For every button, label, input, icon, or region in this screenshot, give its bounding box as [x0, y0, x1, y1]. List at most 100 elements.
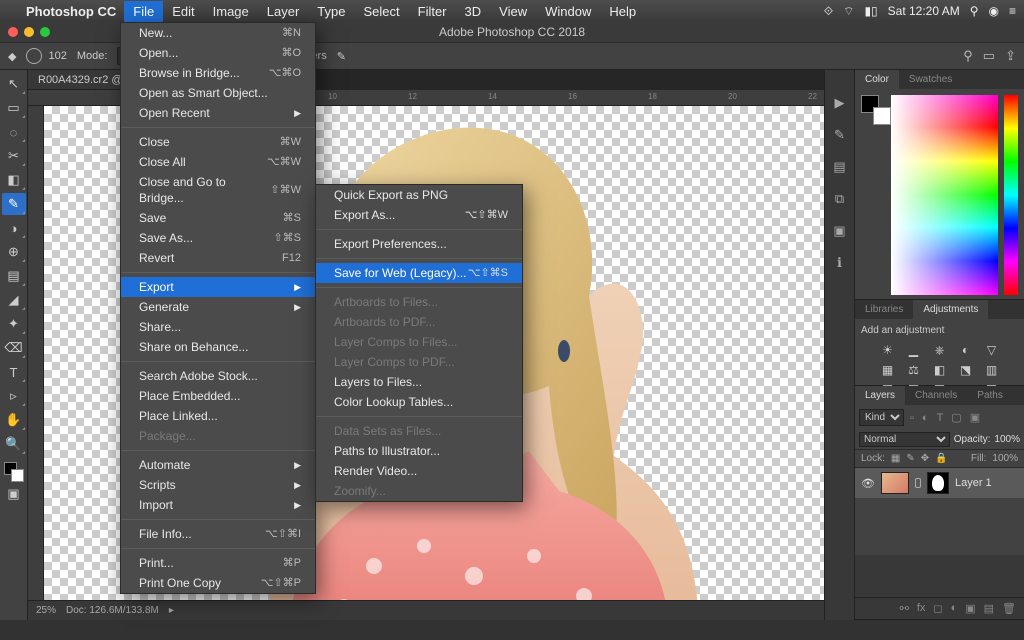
- hue-icon[interactable]: ▦: [880, 363, 896, 377]
- layer-filter-kind[interactable]: Kind: [859, 409, 904, 426]
- delete-layer-icon[interactable]: 🗑: [1002, 602, 1016, 615]
- bw-icon[interactable]: ◧: [932, 363, 948, 377]
- file-menu-item-30[interactable]: Print One Copy⌥⇧⌘P: [121, 573, 315, 593]
- tool-12[interactable]: T: [2, 361, 26, 383]
- actions-icon[interactable]: ▣: [831, 222, 849, 240]
- foreground-background-swatch[interactable]: [861, 95, 885, 119]
- link-layers-icon[interactable]: ⚯: [900, 602, 909, 615]
- vibrance-icon[interactable]: ▽: [984, 343, 1000, 358]
- brush-settings-icon[interactable]: ✎: [831, 126, 849, 144]
- file-menu-item-11[interactable]: RevertF12: [121, 248, 315, 268]
- tool-15[interactable]: 🔍: [2, 433, 26, 455]
- channel-mixer-icon[interactable]: ▥: [984, 363, 1000, 377]
- file-menu-item-25[interactable]: Import▶: [121, 495, 315, 515]
- export-menu-item-11[interactable]: Layers to Files...: [316, 372, 522, 392]
- visibility-icon[interactable]: 👁: [861, 477, 875, 490]
- filter-adjust-icon[interactable]: ◐: [920, 412, 931, 424]
- tool-9[interactable]: ◢: [2, 289, 26, 311]
- tool-13[interactable]: ▹: [2, 385, 26, 407]
- levels-icon[interactable]: ▁: [906, 343, 922, 358]
- tool-4[interactable]: ◧: [2, 169, 26, 191]
- layer-row[interactable]: 👁 Layer 1: [855, 468, 1024, 498]
- brushes-icon[interactable]: ▤: [831, 158, 849, 176]
- lock-all-icon[interactable]: 🔒: [935, 453, 947, 464]
- new-fill-icon[interactable]: ◐: [951, 602, 958, 615]
- tool-3[interactable]: ✂: [2, 145, 26, 167]
- tab-layers[interactable]: Layers: [855, 386, 905, 405]
- file-menu-item-14[interactable]: Generate▶: [121, 297, 315, 317]
- export-menu-item-16[interactable]: Render Video...: [316, 461, 522, 481]
- dropbox-icon[interactable]: ⟐: [824, 4, 833, 19]
- export-menu-item-12[interactable]: Color Lookup Tables...: [316, 392, 522, 412]
- file-menu-item-3[interactable]: Open as Smart Object...: [121, 83, 315, 103]
- file-menu-item-23[interactable]: Automate▶: [121, 455, 315, 475]
- file-menu-item-19[interactable]: Place Embedded...: [121, 386, 315, 406]
- blend-mode-select[interactable]: Normal: [859, 432, 950, 447]
- tool-7[interactable]: ⊕: [2, 241, 26, 263]
- menu-edit[interactable]: Edit: [163, 1, 203, 22]
- file-menu-item-27[interactable]: File Info...⌥⇧⌘I: [121, 524, 315, 544]
- file-menu-item-29[interactable]: Print...⌘P: [121, 553, 315, 573]
- lock-transparency-icon[interactable]: ▦: [891, 453, 900, 464]
- brush-preview[interactable]: [26, 48, 42, 64]
- quick-mask-icon[interactable]: ▣: [2, 483, 26, 505]
- tool-6[interactable]: ◑: [2, 217, 26, 239]
- wifi-icon[interactable]: ⌔: [843, 4, 854, 19]
- add-mask-icon[interactable]: ◻: [933, 602, 942, 615]
- tool-0[interactable]: ↖: [2, 73, 26, 95]
- mask-link-icon[interactable]: [915, 478, 921, 488]
- layer-thumbnail[interactable]: [881, 472, 909, 494]
- file-menu-item-0[interactable]: New...⌘N: [121, 23, 315, 43]
- tab-channels[interactable]: Channels: [905, 386, 967, 405]
- tab-swatches[interactable]: Swatches: [899, 70, 962, 89]
- file-menu-item-20[interactable]: Place Linked...: [121, 406, 315, 426]
- tab-libraries[interactable]: Libraries: [855, 300, 913, 319]
- file-menu-item-1[interactable]: Open...⌘O: [121, 43, 315, 63]
- hue-slider[interactable]: [1004, 95, 1018, 295]
- menu-type[interactable]: Type: [308, 1, 354, 22]
- export-menu-item-1[interactable]: Export As...⌥⇧⌘W: [316, 205, 522, 225]
- tool-preset-icon[interactable]: ◆: [8, 50, 16, 63]
- info-icon[interactable]: ℹ: [831, 254, 849, 272]
- lock-image-icon[interactable]: ✎: [906, 453, 914, 464]
- file-menu-item-18[interactable]: Search Adobe Stock...: [121, 366, 315, 386]
- photo-filter-icon[interactable]: ⬔: [958, 363, 974, 377]
- opacity-value[interactable]: 100%: [994, 434, 1020, 445]
- menu-view[interactable]: View: [490, 1, 536, 22]
- layer-name[interactable]: Layer 1: [955, 477, 992, 489]
- tool-14[interactable]: ✋: [2, 409, 26, 431]
- menu-help[interactable]: Help: [600, 1, 645, 22]
- color-spectrum[interactable]: [891, 95, 998, 295]
- color-balance-icon[interactable]: ⚖: [906, 363, 922, 377]
- menu-image[interactable]: Image: [204, 1, 258, 22]
- file-menu-item-24[interactable]: Scripts▶: [121, 475, 315, 495]
- menu-layer[interactable]: Layer: [258, 1, 309, 22]
- file-menu-item-13[interactable]: Export▶: [121, 277, 315, 297]
- fill-value[interactable]: 100%: [992, 453, 1018, 464]
- export-menu-item-15[interactable]: Paths to Illustrator...: [316, 441, 522, 461]
- file-menu-item-7[interactable]: Close All⌥⌘W: [121, 152, 315, 172]
- clone-source-icon[interactable]: ⧉: [831, 190, 849, 208]
- brightness-icon[interactable]: ☀: [880, 343, 896, 358]
- fg-bg-color[interactable]: [4, 462, 24, 482]
- pressure-icon[interactable]: ✎: [337, 50, 346, 63]
- layer-mask-thumbnail[interactable]: [927, 472, 949, 494]
- tool-5[interactable]: ✎: [2, 193, 26, 215]
- export-menu-item-0[interactable]: Quick Export as PNG: [316, 185, 522, 205]
- file-menu-item-2[interactable]: Browse in Bridge...⌥⌘O: [121, 63, 315, 83]
- tool-2[interactable]: ◌: [2, 121, 26, 143]
- curves-icon[interactable]: ⎈: [932, 343, 948, 358]
- new-group-icon[interactable]: ▣: [965, 602, 975, 615]
- doc-info[interactable]: Doc: 126.6M/133.8M: [66, 605, 159, 616]
- tool-10[interactable]: ✦: [2, 313, 26, 335]
- tool-8[interactable]: ▤: [2, 265, 26, 287]
- lock-position-icon[interactable]: ✥: [921, 453, 929, 464]
- tool-1[interactable]: ▭: [2, 97, 26, 119]
- menu-3d[interactable]: 3D: [456, 1, 491, 22]
- menu-window[interactable]: Window: [536, 1, 600, 22]
- menu-filter[interactable]: Filter: [409, 1, 456, 22]
- new-layer-icon[interactable]: ▤: [984, 602, 994, 615]
- tab-color[interactable]: Color: [855, 70, 899, 89]
- clock[interactable]: Sat 12:20 AM: [888, 4, 960, 18]
- share-icon[interactable]: ⇪: [1005, 48, 1016, 64]
